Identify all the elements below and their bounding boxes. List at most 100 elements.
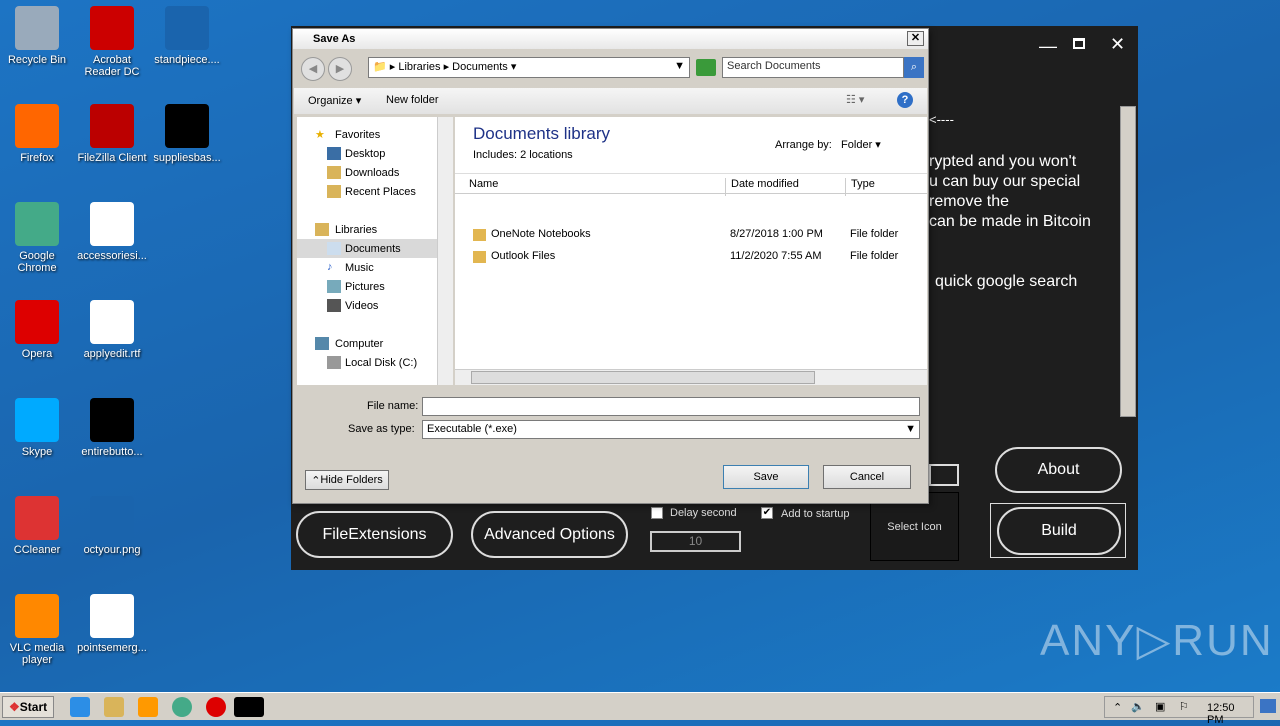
volume-icon[interactable]: 🔈	[1131, 700, 1145, 713]
desktop-icon[interactable]: pointsemerg...	[75, 594, 149, 654]
column-name[interactable]: Name	[469, 178, 498, 190]
desktop-icon[interactable]: entirebutto...	[75, 398, 149, 458]
show-hidden-icons[interactable]: ⌃	[1113, 701, 1122, 714]
nav-label: Music	[345, 261, 374, 274]
desktop-icon[interactable]: Recycle Bin	[0, 6, 74, 66]
save-type-select[interactable]: Executable (*.exe) ▼	[422, 420, 920, 439]
nav-local-disk[interactable]: Local Disk (C:)	[297, 353, 437, 372]
back-button[interactable]: ◀	[301, 57, 325, 81]
address-bar[interactable]: 📁 ▸ Libraries ▸ Documents ▾ ▼	[368, 57, 690, 78]
nav-label: Documents	[345, 242, 401, 255]
close-button[interactable]: ✕	[1110, 34, 1125, 55]
nav-desktop[interactable]: Desktop	[297, 144, 437, 163]
desktop-icon[interactable]: standpiece....	[150, 6, 224, 66]
build-button[interactable]: Build	[997, 507, 1121, 555]
chevron-down-icon: ▼	[905, 423, 916, 435]
nav-libraries[interactable]: Libraries	[297, 220, 437, 239]
desktop-icon[interactable]: FileZilla Client	[75, 104, 149, 164]
nav-pictures[interactable]: Pictures	[297, 277, 437, 296]
clock[interactable]: 12:50 PM	[1207, 702, 1253, 726]
ie-icon[interactable]	[70, 697, 90, 717]
search-input[interactable]: Search Documents	[722, 57, 904, 78]
delay-checkbox[interactable]	[651, 507, 663, 519]
network-icon[interactable]: ▣	[1155, 700, 1165, 713]
about-button[interactable]: About	[995, 447, 1122, 493]
desktop-icon-image	[90, 398, 134, 442]
opera-icon[interactable]	[206, 697, 226, 717]
desktop-icon[interactable]: Google Chrome	[0, 202, 74, 274]
text-scrollbar[interactable]	[1120, 106, 1136, 417]
nav-favorites[interactable]: ★ Favorites	[297, 125, 437, 144]
delay-input[interactable]: 10	[650, 531, 741, 552]
desktop-icon[interactable]: Skype	[0, 398, 74, 458]
desktop-icon[interactable]: octyour.png	[75, 496, 149, 556]
breadcrumb-documents[interactable]: Documents	[452, 61, 508, 73]
forward-button[interactable]: ▶	[328, 57, 352, 81]
organize-button[interactable]: Organize ▾	[308, 94, 361, 107]
explorer-icon[interactable]	[104, 697, 124, 717]
navigation-pane: ★ Favorites Desktop Downloads Recent Plac…	[297, 117, 437, 385]
file-name: Outlook Files	[491, 250, 556, 262]
breadcrumb-libraries[interactable]: Libraries	[398, 61, 440, 73]
nav-computer[interactable]: Computer	[297, 334, 437, 353]
locations-link[interactable]: 2 locations	[520, 149, 573, 161]
file-row[interactable]: Outlook Files 11/2/2020 7:55 AM File folde…	[455, 245, 927, 267]
nav-videos[interactable]: Videos	[297, 296, 437, 315]
nav-label: Recent Places	[345, 185, 416, 198]
desktop-icon	[327, 147, 341, 160]
search-icon[interactable]: ⌕	[904, 57, 924, 78]
desktop-icon-image	[90, 104, 134, 148]
desktop-icon[interactable]: CCleaner	[0, 496, 74, 556]
scroll-thumb[interactable]	[471, 371, 815, 384]
startup-checkbox[interactable]: ✔	[761, 507, 773, 519]
arrange-dropdown[interactable]: Folder ▾	[841, 139, 881, 151]
app-taskbar-icon[interactable]	[234, 697, 264, 717]
chrome-icon[interactable]	[172, 697, 192, 717]
refresh-button[interactable]	[696, 59, 716, 76]
file-name-label: File name:	[367, 400, 419, 412]
minimize-button[interactable]: —	[1039, 36, 1057, 57]
desktop-icon[interactable]: suppliesbas...	[150, 104, 224, 164]
maximize-button[interactable]	[1073, 38, 1085, 49]
close-icon[interactable]: ✕	[907, 31, 924, 46]
file-pane: Documents library Includes: 2 locations …	[455, 117, 927, 385]
nav-scrollbar[interactable]	[437, 117, 453, 385]
desktop-icon[interactable]: Opera	[0, 300, 74, 360]
library-icon	[315, 223, 329, 236]
advanced-options-button[interactable]: Advanced Options	[471, 511, 628, 558]
nav-label: Videos	[345, 299, 379, 312]
media-player-icon[interactable]	[138, 697, 158, 717]
file-extensions-button[interactable]: FileExtensions	[296, 511, 453, 558]
column-date[interactable]: Date modified	[725, 178, 799, 196]
horizontal-scrollbar[interactable]	[455, 369, 927, 385]
help-icon[interactable]: ?	[897, 92, 913, 108]
arrange-value: Folder	[841, 139, 873, 151]
system-tray: ⌃ 🔈 ▣ ⚐ 12:50 PM	[1104, 696, 1254, 726]
nav-music[interactable]: ♪ Music	[297, 258, 437, 277]
desktop-icon[interactable]: VLC media player	[0, 594, 74, 666]
text-field[interactable]	[929, 464, 959, 486]
desktop-icon-image	[90, 6, 134, 50]
nav-recent-places[interactable]: Recent Places	[297, 182, 437, 201]
desktop-icon-label: applyedit.rtf	[83, 348, 141, 360]
show-desktop-button[interactable]	[1260, 699, 1276, 713]
nav-downloads[interactable]: Downloads	[297, 163, 437, 182]
desktop-icon[interactable]: Firefox	[0, 104, 74, 164]
column-type[interactable]: Type	[845, 178, 875, 196]
nav-documents[interactable]: Documents	[297, 239, 437, 258]
videos-icon	[327, 299, 341, 312]
desktop-icon[interactable]: Acrobat Reader DC	[75, 6, 149, 78]
view-icon[interactable]: ☷ ▾	[846, 93, 864, 106]
start-button[interactable]: ❖Start	[2, 696, 54, 718]
chevron-down-icon[interactable]: ▼	[674, 60, 685, 72]
desktop-icon-label: VLC media player	[9, 642, 65, 666]
file-name-input[interactable]	[422, 397, 920, 416]
flag-icon[interactable]: ⚐	[1179, 700, 1189, 713]
file-row[interactable]: OneNote Notebooks 8/27/2018 1:00 PM File f…	[455, 223, 927, 245]
desktop-icon[interactable]: accessoriesi...	[75, 202, 149, 262]
hide-folders-button[interactable]: ⌃ Hide Folders	[305, 470, 389, 490]
cancel-button[interactable]: Cancel	[823, 465, 911, 489]
new-folder-button[interactable]: New folder	[386, 94, 439, 106]
save-button[interactable]: Save	[723, 465, 809, 489]
desktop-icon[interactable]: applyedit.rtf	[75, 300, 149, 360]
